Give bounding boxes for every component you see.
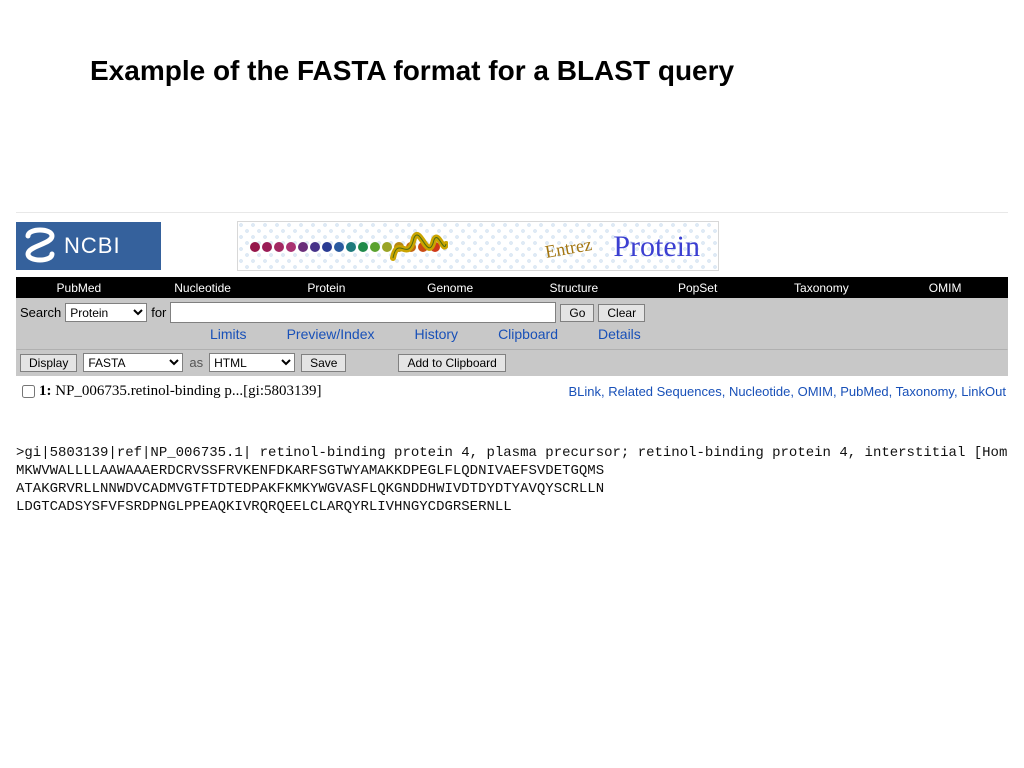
bead-icon [250, 242, 260, 252]
protein-label: Protein [613, 230, 700, 264]
subnav-limits[interactable]: Limits [210, 326, 247, 342]
entrez-label: Entrez [544, 234, 594, 263]
search-bar: Search Protein for Go Clear Limits Previe… [16, 298, 1008, 349]
primary-nav: PubMedNucleotideProteinGenomeStructurePo… [16, 277, 1008, 298]
result-title-accession: NP_006735. [55, 383, 130, 400]
bead-icon [346, 242, 356, 252]
go-button[interactable]: Go [560, 304, 594, 322]
bead-icon [322, 242, 332, 252]
result-link-blink[interactable]: BLink [568, 384, 601, 399]
nav-item-pubmed[interactable]: PubMed [17, 279, 141, 297]
result-checkbox[interactable] [22, 385, 35, 398]
nav-item-popset[interactable]: PopSet [636, 279, 760, 297]
result-link-linkout[interactable]: LinkOut [961, 384, 1006, 399]
fasta-seq-line: LDGTCADSYSFVFSRDPNGLPPEAQKIVRQRQEELCLARQ… [16, 499, 512, 515]
result-link-omim[interactable]: OMIM [798, 384, 833, 399]
bead-icon [334, 242, 344, 252]
render-select[interactable]: HTML [209, 353, 295, 372]
secondary-nav: Limits Preview/Index History Clipboard Detai… [20, 323, 1004, 345]
as-label: as [189, 355, 203, 370]
bead-icon [262, 242, 272, 252]
add-to-clipboard-button[interactable]: Add to Clipboard [398, 354, 505, 372]
result-link-pubmed[interactable]: PubMed [840, 384, 888, 399]
subnav-clipboard[interactable]: Clipboard [498, 326, 558, 342]
nav-item-genome[interactable]: Genome [388, 279, 512, 297]
save-button[interactable]: Save [301, 354, 346, 372]
ncbi-s-icon [22, 226, 58, 266]
nav-item-structure[interactable]: Structure [512, 279, 636, 297]
subnav-history[interactable]: History [415, 326, 459, 342]
database-select[interactable]: Protein [65, 303, 147, 322]
format-select[interactable]: FASTA [83, 353, 183, 372]
fasta-output: >gi|5803139|ref|NP_006735.1| retinol-bin… [16, 445, 1008, 517]
ncbi-page: NCBI Entrez Protein PubMedNucleotideProt… [16, 212, 1008, 517]
bead-icon [370, 242, 380, 252]
clear-button[interactable]: Clear [598, 304, 645, 322]
result-link-related-sequences[interactable]: Related Sequences [608, 384, 721, 399]
ncbi-logo-text: NCBI [64, 233, 121, 259]
subnav-preview-index[interactable]: Preview/Index [287, 326, 375, 342]
nav-item-omim[interactable]: OMIM [883, 279, 1007, 297]
bead-icon [274, 242, 284, 252]
fasta-seq-line: ATAKGRVRLLNNWDVCADMVGTFTDTEDPAKFKMKYWGVA… [16, 481, 604, 497]
nav-item-nucleotide[interactable]: Nucleotide [141, 279, 265, 297]
display-bar: Display FASTA as HTML Save Add to Clipbo… [16, 349, 1008, 376]
result-row: 1: NP_006735. retinol-binding p...[gi:58… [16, 376, 1008, 407]
slide-title: Example of the FASTA format for a BLAST … [90, 55, 734, 87]
fasta-header-line: >gi|5803139|ref|NP_006735.1| retinol-bin… [16, 445, 1007, 461]
result-link-nucleotide[interactable]: Nucleotide [729, 384, 790, 399]
bead-icon [298, 242, 308, 252]
nav-item-taxonomy[interactable]: Taxonomy [760, 279, 884, 297]
result-index: 1: [39, 383, 52, 400]
protein-ribbon-icon [388, 224, 448, 268]
search-label: Search [20, 305, 61, 320]
fasta-seq-line: MKWVWALLLLAAWAAAERDCRVSSFRVKENFDKARFSGTW… [16, 463, 604, 479]
result-links: BLink, Related Sequences, Nucleotide, OM… [568, 384, 1006, 399]
subnav-details[interactable]: Details [598, 326, 641, 342]
bead-icon [286, 242, 296, 252]
result-title-desc: retinol-binding p...[gi:5803139] [131, 383, 322, 400]
nav-item-protein[interactable]: Protein [265, 279, 389, 297]
header-row: NCBI Entrez Protein [16, 213, 1008, 277]
display-button[interactable]: Display [20, 354, 77, 372]
bead-icon [310, 242, 320, 252]
bead-icon [358, 242, 368, 252]
ncbi-logo[interactable]: NCBI [16, 222, 161, 270]
result-link-taxonomy[interactable]: Taxonomy [896, 384, 954, 399]
search-input[interactable] [170, 302, 556, 323]
entrez-protein-banner: Entrez Protein [237, 221, 719, 271]
for-label: for [151, 305, 166, 320]
